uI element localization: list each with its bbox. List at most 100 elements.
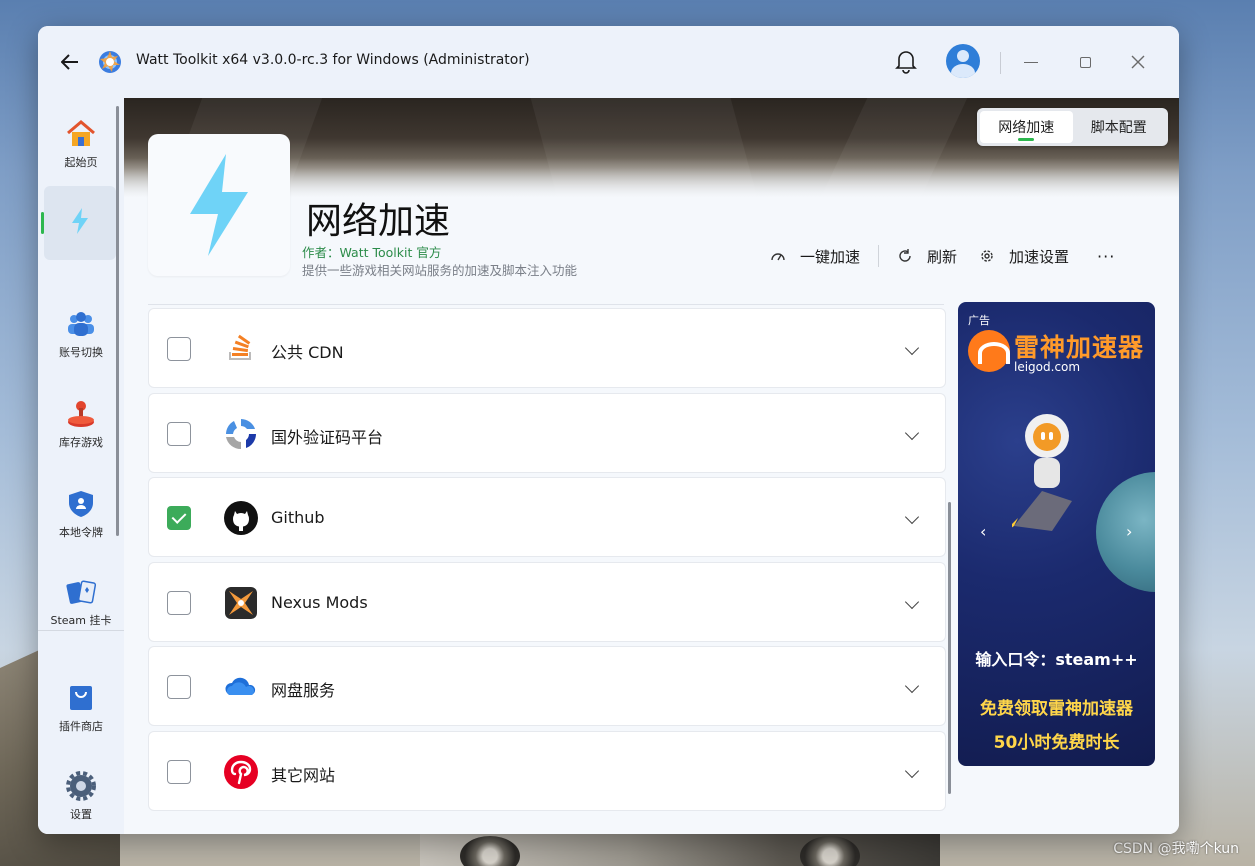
close-button[interactable] (1124, 48, 1152, 76)
recaptcha-icon (223, 416, 259, 452)
plugin-icon-card (148, 134, 290, 276)
joystick-icon (65, 398, 97, 430)
tab-label: 网络加速 (998, 120, 1055, 136)
chevron-down-icon[interactable] (904, 509, 920, 525)
sidebar-item-label: 本地令牌 (59, 526, 103, 539)
cloud-icon (223, 669, 259, 705)
sidebar-item-settings[interactable]: 设置 (38, 758, 124, 834)
more-options-button[interactable]: ··· (1097, 247, 1115, 266)
chevron-down-icon[interactable] (904, 425, 920, 440)
service-label: 网盘服务 (271, 681, 336, 700)
chevron-down-icon[interactable] (904, 678, 920, 694)
list-item-github[interactable]: Github (148, 477, 946, 557)
acceleration-settings-button[interactable]: 加速设置 (979, 246, 1069, 267)
refresh-icon (897, 248, 913, 264)
list-item-captcha[interactable]: 国外验证码平台 (148, 392, 946, 473)
page-title: 网络加速 (306, 201, 451, 242)
list-item-other-sites[interactable]: 其它网站 (148, 730, 946, 811)
avatar-head (957, 50, 969, 62)
chevron-down-icon[interactable] (904, 340, 920, 356)
sidebar-item-plugin-store[interactable]: 插件商店 (38, 670, 124, 746)
one-click-accelerate-button[interactable]: 一键加速 (770, 246, 860, 267)
list-item-public-cdn[interactable]: 公共 CDN (148, 308, 946, 388)
plugin-author: 作者：Watt Toolkit 官方 (302, 245, 442, 260)
plugin-description: 提供一些游戏相关网站服务的加速及脚本注入功能 (302, 263, 578, 278)
list-item-nexus-mods[interactable]: Nexus Mods (148, 561, 946, 642)
chevron-down-icon[interactable] (904, 763, 920, 778)
action-label: 一键加速 (800, 247, 861, 266)
user-avatar[interactable] (946, 44, 980, 78)
cards-icon (65, 576, 97, 608)
maximize-button[interactable] (1080, 57, 1091, 68)
sidebar-item-home[interactable]: 起始页 (38, 106, 124, 182)
ad-prev-button[interactable]: ‹ (980, 522, 986, 541)
sidebar-item-account-switch[interactable]: 账号切换 (38, 296, 124, 372)
service-list: 公共 CDN 国外验证码平台 Github Nexus Mods 网盘服务 其它… (148, 308, 946, 815)
service-checkbox[interactable] (167, 759, 191, 784)
list-divider (148, 304, 944, 305)
tab-network-acceleration[interactable]: 网络加速 (980, 111, 1073, 143)
sidebar-item-label: 设置 (70, 808, 92, 821)
ad-promo-line: 50小时免费时长 (993, 733, 1120, 753)
sidebar-item-game-library[interactable]: 库存游戏 (38, 386, 124, 462)
service-checkbox[interactable] (167, 590, 191, 615)
wallpaper-wheel (800, 836, 860, 866)
stack-cdn-icon (223, 331, 259, 367)
sidebar-item-label: 库存游戏 (59, 436, 103, 449)
speedometer-icon (770, 248, 786, 264)
main-content: 网络加速 脚本配置 网络加速 作者：Watt Toolkit 官方 提供一些游戏… (124, 98, 1179, 834)
close-icon (1131, 55, 1145, 69)
gear-icon (65, 770, 97, 802)
gear-icon (979, 248, 995, 264)
sidebar-item-local-authenticator[interactable]: 本地令牌 (38, 476, 124, 552)
action-label: 加速设置 (1009, 247, 1070, 266)
sidebar-item-label: 起始页 (64, 156, 98, 169)
title-bar: Watt Toolkit x64 v3.0.0-rc.3 for Windows… (38, 26, 1179, 98)
chevron-down-icon[interactable] (904, 594, 920, 609)
minimize-button[interactable] (1024, 62, 1038, 63)
service-checkbox[interactable] (167, 337, 191, 361)
back-button[interactable] (58, 48, 82, 76)
shield-icon (65, 488, 97, 520)
ad-promo-code: 输入口令：steam++ (975, 650, 1138, 669)
action-bar: 一键加速 刷新 加速设置 ··· (770, 244, 1115, 268)
arrow-left-icon (61, 54, 78, 70)
service-checkbox[interactable] (167, 421, 191, 446)
action-label: 刷新 (927, 247, 958, 266)
refresh-button[interactable]: 刷新 (897, 246, 957, 267)
ad-promo-line: 免费领取雷神加速器 (980, 699, 1133, 719)
service-label: Github (271, 508, 325, 527)
service-label: 其它网站 (271, 765, 336, 785)
tab-active-indicator (1018, 138, 1034, 141)
list-scrollbar[interactable] (948, 502, 951, 794)
sidebar: 起始页 账号切换 库存游戏 本地令牌 Steam 挂卡 插件商店 设置 (38, 98, 124, 834)
titlebar-separator (1000, 52, 1001, 74)
watermark: CSDN @我嘞个kun (1113, 841, 1239, 857)
notification-bell-icon[interactable] (894, 48, 918, 74)
sidebar-item-steam-idle[interactable]: Steam 挂卡 (38, 564, 124, 640)
nexus-mods-icon (223, 585, 259, 621)
avatar-body (951, 64, 975, 78)
shop-bag-icon (65, 682, 97, 714)
service-checkbox[interactable] (167, 675, 191, 699)
pinterest-icon (223, 754, 259, 790)
service-checkbox-checked[interactable] (167, 506, 191, 530)
astronaut-illustration (1012, 414, 1072, 531)
service-label: Nexus Mods (271, 592, 368, 612)
ad-domain: leigod.com (1014, 360, 1081, 374)
tab-script-config[interactable]: 脚本配置 (1073, 111, 1166, 143)
wallpaper-wheel (460, 836, 520, 866)
action-separator (878, 245, 880, 267)
app-window: Watt Toolkit x64 v3.0.0-rc.3 for Windows… (38, 26, 1179, 834)
list-item-cloud-drive[interactable]: 网盘服务 (148, 646, 946, 726)
advertisement-banner[interactable]: 广告 雷神加速器 leigod.com ‹ › 输入口令：steam++ 免费领… (958, 302, 1155, 766)
lightning-icon (190, 154, 248, 256)
github-icon (223, 500, 259, 536)
ad-tag: 广告 (968, 314, 990, 327)
sidebar-divider (38, 630, 124, 631)
users-icon (65, 308, 97, 340)
app-logo-icon (96, 48, 124, 76)
ad-next-button[interactable]: › (1126, 522, 1132, 541)
sidebar-item-network-acceleration[interactable] (44, 186, 116, 260)
tab-switcher: 网络加速 脚本配置 (977, 108, 1168, 146)
